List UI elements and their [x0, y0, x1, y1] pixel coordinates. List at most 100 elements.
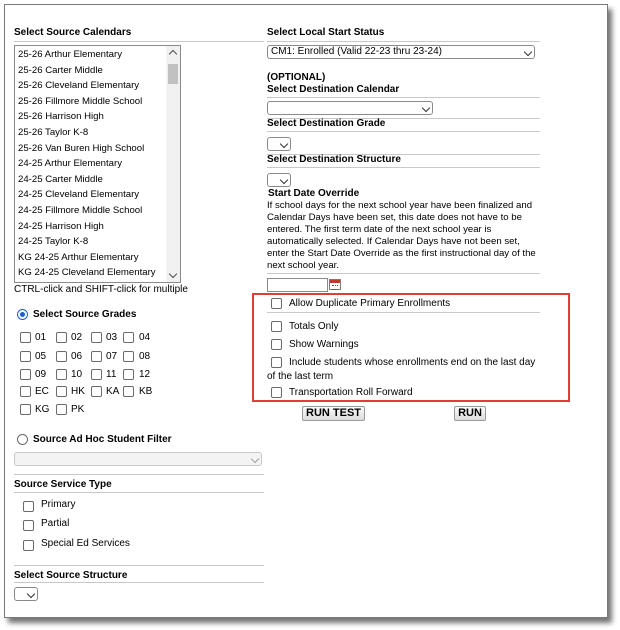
divider — [267, 167, 540, 168]
grade-checkbox[interactable] — [20, 369, 31, 380]
grade-label: 05 — [35, 351, 47, 362]
calendar-option[interactable]: 25-26 Fillmore Middle School — [18, 96, 142, 107]
ad-hoc-filter-radio[interactable] — [17, 434, 28, 445]
chevron-down-icon — [279, 175, 289, 185]
source-structure-header: Select Source Structure — [14, 570, 128, 581]
ad-hoc-filter-select[interactable] — [14, 452, 262, 466]
start-date-override-description: If school days for the next school year … — [267, 200, 536, 271]
divider — [267, 131, 540, 132]
source-grades-radio[interactable] — [17, 309, 28, 320]
grade-label: 10 — [71, 369, 83, 380]
destination-calendar-select[interactable] — [267, 101, 433, 115]
calendar-option[interactable]: 25-26 Arthur Elementary — [18, 49, 122, 60]
service-special-ed-checkbox[interactable] — [23, 540, 34, 551]
grade-checkbox[interactable] — [91, 332, 102, 343]
list-scrollbar[interactable] — [166, 46, 180, 282]
service-partial-label: Partial — [41, 518, 70, 529]
grade-checkbox[interactable] — [123, 386, 134, 397]
calendar-option[interactable]: 24-25 Taylor K-8 — [18, 236, 88, 247]
service-special-ed-label: Special Ed Services — [41, 538, 130, 549]
calendar-option[interactable]: 25-26 Taylor K-8 — [18, 127, 88, 138]
calendar-option[interactable]: 25-26 Van Buren High School — [18, 143, 144, 154]
grade-checkbox[interactable] — [91, 369, 102, 380]
scroll-down-icon[interactable] — [168, 269, 178, 279]
grade-checkbox[interactable] — [20, 332, 31, 343]
grade-checkbox[interactable] — [91, 351, 102, 362]
service-primary-label: Primary — [41, 499, 76, 510]
calendar-option[interactable]: 24-25 Fillmore Middle School — [18, 205, 142, 216]
destination-structure-select[interactable] — [267, 173, 291, 187]
chevron-down-icon — [26, 589, 36, 599]
calendar-option[interactable]: 25-26 Harrison High — [18, 111, 104, 122]
divider — [267, 273, 540, 274]
grade-checkbox[interactable] — [20, 386, 31, 397]
grade-label: 06 — [71, 351, 83, 362]
grade-label: PK — [71, 404, 85, 415]
grade-label: 09 — [35, 369, 47, 380]
grade-label: 11 — [106, 369, 117, 380]
grade-checkbox[interactable] — [91, 386, 102, 397]
chevron-down-icon — [421, 103, 431, 113]
destination-calendar-header: Select Destination Calendar — [267, 84, 400, 95]
grade-label: 01 — [35, 332, 47, 343]
grade-label: 03 — [106, 332, 118, 343]
calendar-option[interactable]: 24-25 Cleveland Elementary — [18, 189, 139, 200]
chevron-down-icon — [523, 47, 533, 57]
grade-checkbox[interactable] — [56, 332, 67, 343]
grade-label: 12 — [139, 369, 151, 380]
grade-checkbox[interactable] — [56, 369, 67, 380]
calendar-option[interactable]: KG 24-25 Arthur Elementary — [18, 252, 139, 263]
divider — [14, 582, 264, 583]
run-test-button[interactable]: RUN TEST — [302, 406, 365, 421]
source-calendars-list[interactable]: 25-26 Arthur Elementary 25-26 Carter Mid… — [14, 45, 181, 283]
calendar-option[interactable]: 25-26 Carter Middle — [18, 65, 103, 76]
ad-hoc-filter-label: Source Ad Hoc Student Filter — [33, 434, 172, 445]
multi-select-hint: CTRL-click and SHIFT-click for multiple — [14, 284, 188, 295]
service-primary-checkbox[interactable] — [23, 501, 34, 512]
scroll-up-icon[interactable] — [168, 49, 178, 59]
grade-checkbox[interactable] — [123, 332, 134, 343]
source-calendars-header: Select Source Calendars — [14, 27, 132, 38]
grade-label: KA — [106, 386, 120, 397]
grade-checkbox[interactable] — [20, 404, 31, 415]
destination-grade-header: Select Destination Grade — [267, 118, 386, 129]
start-status-value: CM1: Enrolled (Valid 22-23 thru 23-24) — [271, 46, 443, 57]
start-date-override-header: Start Date Override — [268, 188, 360, 199]
divider — [14, 41, 264, 42]
calendar-option[interactable]: KG 24-25 Cleveland Elementary — [18, 267, 156, 278]
calendar-option[interactable]: 25-26 Cleveland Elementary — [18, 80, 139, 91]
divider — [14, 565, 264, 566]
highlight-box — [252, 293, 570, 402]
divider — [267, 97, 540, 98]
service-partial-checkbox[interactable] — [23, 520, 34, 531]
service-type-header: Source Service Type — [14, 479, 112, 490]
grade-label: 08 — [139, 351, 151, 362]
grade-checkbox[interactable] — [56, 404, 67, 415]
destination-grade-select[interactable] — [267, 137, 291, 151]
grade-label: 07 — [106, 351, 118, 362]
scroll-thumb[interactable] — [168, 64, 178, 84]
grade-checkbox[interactable] — [123, 369, 134, 380]
calendar-icon[interactable] — [329, 279, 341, 290]
divider — [14, 474, 264, 475]
calendar-option[interactable]: 24-25 Harrison High — [18, 221, 104, 232]
source-structure-select[interactable] — [14, 587, 38, 601]
grade-checkbox[interactable] — [123, 351, 134, 362]
divider — [14, 492, 264, 493]
chevron-down-icon — [250, 454, 260, 464]
start-status-select[interactable]: CM1: Enrolled (Valid 22-23 thru 23-24) — [267, 45, 535, 59]
grade-checkbox[interactable] — [20, 351, 31, 362]
source-grades-label: Select Source Grades — [33, 309, 137, 320]
start-status-header: Select Local Start Status — [267, 27, 385, 38]
grade-label: HK — [71, 386, 85, 397]
start-date-input[interactable] — [267, 278, 328, 292]
grade-label: 02 — [71, 332, 83, 343]
run-button[interactable]: RUN — [454, 406, 486, 421]
calendar-option[interactable]: 24-25 Carter Middle — [18, 174, 103, 185]
grade-label: KB — [139, 386, 153, 397]
grade-label: 04 — [139, 332, 151, 343]
grade-checkbox[interactable] — [56, 351, 67, 362]
optional-label: (OPTIONAL) — [267, 72, 326, 83]
calendar-option[interactable]: 24-25 Arthur Elementary — [18, 158, 122, 169]
grade-checkbox[interactable] — [56, 386, 67, 397]
